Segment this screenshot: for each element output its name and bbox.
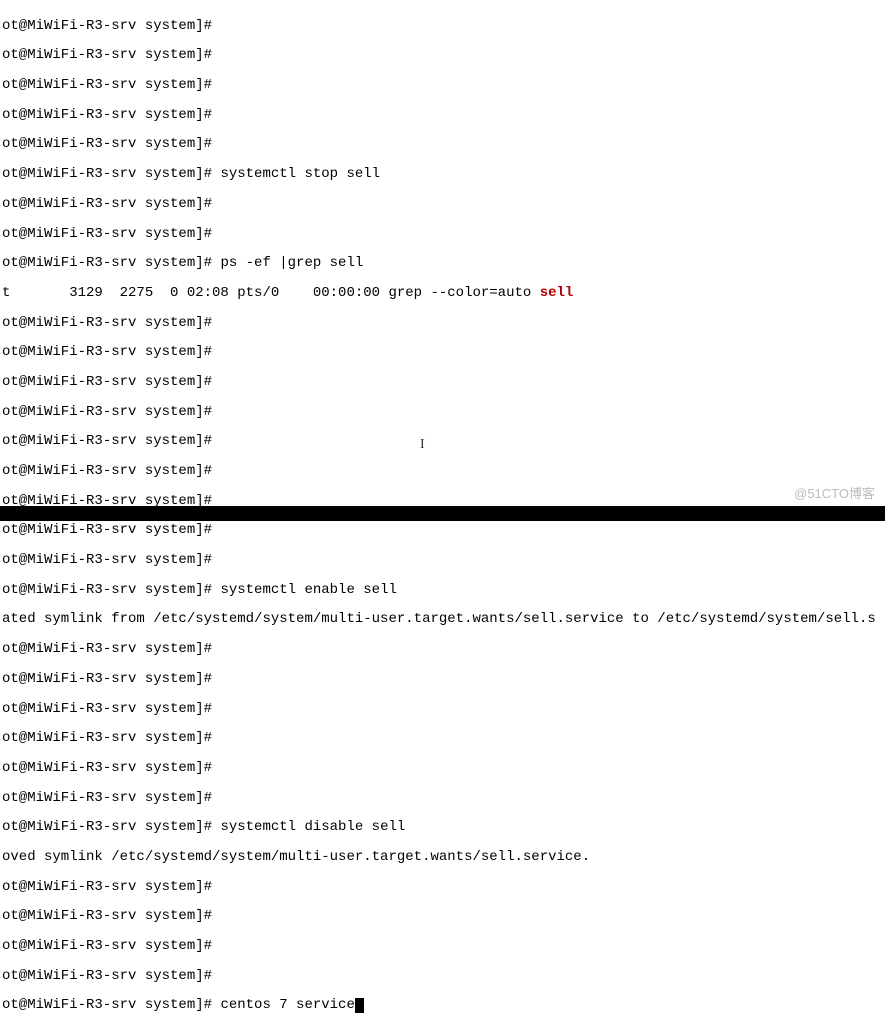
disable-output: oved symlink /etc/systemd/system/multi-u… bbox=[2, 850, 883, 865]
prompt-line: ot@MiWiFi-R3-srv system]# bbox=[2, 137, 883, 152]
enable-output: ated symlink from /etc/systemd/system/mu… bbox=[2, 612, 883, 627]
prompt-line: ot@MiWiFi-R3-srv system]# bbox=[2, 78, 883, 93]
prompt-line: ot@MiWiFi-R3-srv system]# bbox=[2, 108, 883, 123]
watermark-label: @51CTO博客 bbox=[794, 487, 875, 501]
ps-output: t 3129 2275 0 02:08 pts/0 00:00:00 grep … bbox=[2, 286, 883, 301]
prompt-line: ot@MiWiFi-R3-srv system]# bbox=[2, 553, 883, 568]
prompt-line: ot@MiWiFi-R3-srv system]# bbox=[2, 969, 883, 984]
prompt-line: ot@MiWiFi-R3-srv system]# bbox=[2, 197, 883, 212]
cursor-block bbox=[355, 998, 364, 1013]
cmd-line-disable: ot@MiWiFi-R3-srv system]# systemctl disa… bbox=[2, 820, 883, 835]
cmd-line-current[interactable]: ot@MiWiFi-R3-srv system]# centos 7 servi… bbox=[2, 998, 883, 1013]
prompt-line: ot@MiWiFi-R3-srv system]# bbox=[2, 909, 883, 924]
prompt-line: ot@MiWiFi-R3-srv system]# bbox=[2, 19, 883, 34]
prompt-line: ot@MiWiFi-R3-srv system]# bbox=[2, 48, 883, 63]
text-cursor-ibeam: I bbox=[420, 438, 425, 453]
prompt-line: ot@MiWiFi-R3-srv system]# bbox=[2, 939, 883, 954]
prompt-line: ot@MiWiFi-R3-srv system]# bbox=[2, 523, 883, 538]
cmd-line-enable: ot@MiWiFi-R3-srv system]# systemctl enab… bbox=[2, 583, 883, 598]
prompt-line: ot@MiWiFi-R3-srv system]# bbox=[2, 791, 883, 806]
prompt-line: ot@MiWiFi-R3-srv system]# bbox=[2, 731, 883, 746]
prompt-line: ot@MiWiFi-R3-srv system]# bbox=[2, 642, 883, 657]
prompt-line: ot@MiWiFi-R3-srv system]# bbox=[2, 672, 883, 687]
prompt-line: ot@MiWiFi-R3-srv system]# bbox=[2, 316, 883, 331]
bottom-black-bar bbox=[0, 506, 885, 521]
prompt-line: ot@MiWiFi-R3-srv system]# bbox=[2, 227, 883, 242]
prompt-line: ot@MiWiFi-R3-srv system]# bbox=[2, 761, 883, 776]
prompt-line: ot@MiWiFi-R3-srv system]# bbox=[2, 434, 883, 449]
prompt-line: ot@MiWiFi-R3-srv system]# bbox=[2, 464, 883, 479]
prompt-line: ot@MiWiFi-R3-srv system]# bbox=[2, 702, 883, 717]
prompt-line: ot@MiWiFi-R3-srv system]# bbox=[2, 405, 883, 420]
cmd-line-ps: ot@MiWiFi-R3-srv system]# ps -ef |grep s… bbox=[2, 256, 883, 271]
prompt-line: ot@MiWiFi-R3-srv system]# bbox=[2, 345, 883, 360]
prompt-line: ot@MiWiFi-R3-srv system]# bbox=[2, 880, 883, 895]
prompt-line: ot@MiWiFi-R3-srv system]# bbox=[2, 375, 883, 390]
cmd-line-stop: ot@MiWiFi-R3-srv system]# systemctl stop… bbox=[2, 167, 883, 182]
grep-match-highlight: sell bbox=[540, 285, 574, 301]
